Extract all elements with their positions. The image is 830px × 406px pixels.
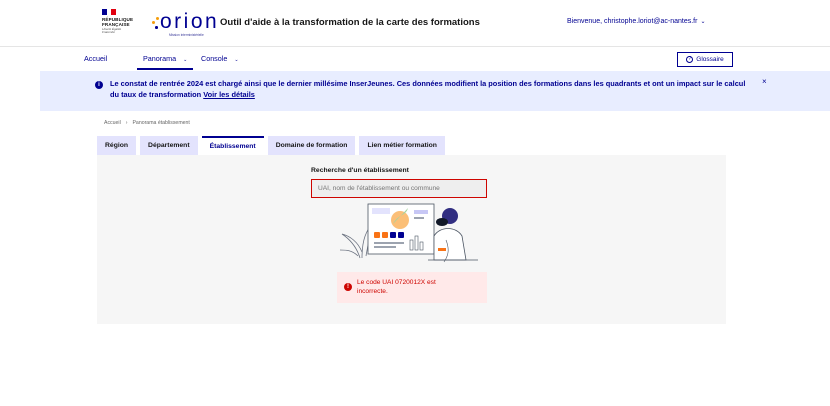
chevron-down-icon: ⌄: [183, 57, 188, 63]
chevron-down-icon: ⌄: [234, 57, 239, 63]
orion-dots-icon: [150, 17, 160, 29]
welcome-text: Bienvenue, christophe.loriot@ac-nantes.f…: [567, 18, 698, 25]
close-icon[interactable]: ×: [762, 77, 767, 86]
republique-francaise-logo[interactable]: RÉPUBLIQUE FRANÇAISE Liberté Égalité Fra…: [102, 9, 134, 39]
nav-item-panorama-label: Panorama: [143, 54, 177, 63]
notice-text: Le constat de rentrée 2024 est chargé ai…: [110, 79, 750, 100]
breadcrumb: Accueil › Panorama établissement: [104, 120, 190, 126]
page: RÉPUBLIQUE FRANÇAISE Liberté Égalité Fra…: [0, 0, 830, 406]
info-notice: i Le constat de rentrée 2024 est chargé …: [40, 71, 830, 111]
nav-active-indicator: [137, 68, 193, 70]
search-input[interactable]: [311, 179, 487, 198]
nav-item-panorama[interactable]: Panorama ⌄: [143, 54, 187, 63]
breadcrumb-separator: ›: [125, 120, 128, 126]
logo-text: orion: [160, 10, 220, 33]
user-menu-button[interactable]: Bienvenue, christophe.loriot@ac-nantes.f…: [567, 18, 706, 25]
logo-subtitle: Mission interministérielle: [169, 33, 204, 37]
error-message: Le code UAI 0720012X est incorrecte.: [357, 279, 436, 295]
error-alert: ! Le code UAI 0720012X est incorrecte.: [337, 272, 487, 303]
breadcrumb-item-current: Panorama établissement: [132, 120, 190, 126]
devise: Liberté Égalité Fraternité: [102, 27, 122, 35]
error-icon: !: [344, 283, 352, 291]
info-icon: i: [95, 81, 103, 89]
chevron-down-icon: ⌄: [700, 19, 706, 25]
main-nav: Accueil Panorama ⌄ Console ⌄ ? Glossaire: [0, 46, 830, 70]
tab-domaine-formation[interactable]: Domaine de formation: [267, 136, 356, 155]
search-illustration: [339, 203, 478, 263]
nav-item-console[interactable]: Console ⌄: [201, 54, 239, 63]
breadcrumb-item-accueil[interactable]: Accueil: [104, 120, 121, 126]
tab-lien-metier-formation[interactable]: Lien métier formation: [359, 136, 445, 155]
question-icon: ?: [686, 56, 694, 63]
header: RÉPUBLIQUE FRANÇAISE Liberté Égalité Fra…: [0, 0, 830, 46]
nav-item-console-label: Console: [201, 54, 228, 63]
orion-logo[interactable]: orion Mission interministérielle: [150, 11, 217, 38]
glossaire-button[interactable]: ? Glossaire: [677, 52, 733, 67]
tab-region[interactable]: Région: [97, 136, 137, 155]
app-title: Outil d'aide à la transformation de la c…: [220, 17, 480, 28]
notice-details-link[interactable]: Voir les détails: [203, 90, 255, 99]
nav-item-accueil[interactable]: Accueil: [84, 54, 107, 63]
glossaire-label: Glossaire: [696, 56, 724, 63]
tab-departement[interactable]: Département: [140, 136, 198, 155]
search-panel: Recherche d'un établissement UAI, nom de…: [97, 155, 726, 324]
search-label: Recherche d'un établissement: [311, 167, 409, 174]
tab-etablissement[interactable]: Établissement: [201, 136, 264, 155]
flag-icon: [102, 9, 117, 15]
tabs: Région Département Établissement Domaine…: [97, 136, 445, 155]
